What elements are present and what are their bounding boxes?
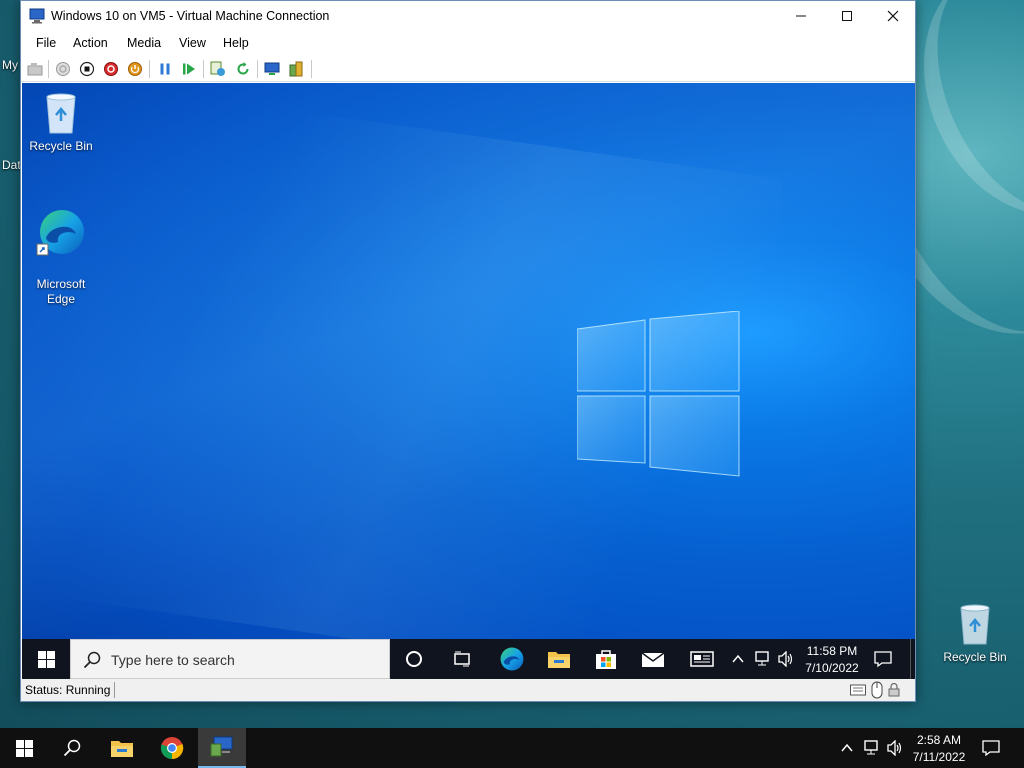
volume-icon[interactable] (886, 740, 904, 756)
checkpoint-icon[interactable] (210, 61, 226, 77)
host-vm-connection[interactable] (198, 728, 246, 768)
lock-icon (888, 683, 900, 697)
toolbar-separator (149, 60, 150, 78)
host-file-explorer[interactable] (98, 728, 146, 768)
chevron-up-icon[interactable] (731, 652, 745, 666)
network-icon[interactable] (754, 651, 772, 667)
guest-news[interactable] (678, 639, 726, 679)
window-title: Windows 10 on VM5 - Virtual Machine Conn… (51, 9, 330, 23)
shut-down-icon[interactable] (103, 61, 119, 77)
start-icon[interactable] (55, 61, 71, 77)
file-explorer-icon (111, 741, 133, 757)
host-partial-icon-label: My (2, 58, 18, 72)
menu-bar: File Action Media View Help (21, 32, 915, 54)
chevron-up-icon[interactable] (840, 741, 854, 755)
search-placeholder: Type here to search (111, 652, 235, 668)
maximize-button[interactable] (824, 1, 870, 31)
host-start-button[interactable] (0, 728, 48, 768)
enhanced-session-icon[interactable] (264, 61, 280, 77)
hyper-v-connection-icon (210, 736, 233, 757)
toolbar-separator (48, 60, 49, 78)
host-time: 2:58 AM (916, 733, 962, 747)
vm-connection-icon (29, 8, 45, 24)
network-icon[interactable] (863, 740, 881, 756)
minimize-icon (796, 15, 806, 17)
cortana-button[interactable] (390, 639, 438, 679)
notification-icon[interactable] (874, 650, 892, 668)
revert-icon[interactable] (235, 61, 251, 77)
close-button[interactable] (870, 1, 916, 31)
task-view-icon (454, 651, 470, 667)
mail-icon (641, 652, 665, 667)
search-icon (63, 739, 81, 757)
vm-connection-window[interactable]: Windows 10 on VM5 - Virtual Machine Conn… (20, 0, 916, 702)
share-icon[interactable] (288, 61, 304, 77)
recycle-bin-icon (46, 93, 76, 134)
chrome-icon (160, 737, 184, 760)
task-view-button[interactable] (438, 639, 486, 679)
resume-icon[interactable] (181, 61, 197, 77)
toolbar (21, 56, 915, 82)
status-separator (114, 682, 115, 698)
guest-clock[interactable]: 11:58 PM 7/10/2022 (796, 643, 868, 677)
guest-edge-label: Microsoft Edge (36, 277, 86, 306)
host-search-button[interactable] (48, 728, 96, 768)
guest-recycle-bin[interactable]: Recycle Bin (22, 91, 102, 154)
host-date: 7/11/2022 (912, 750, 966, 764)
toolbar-separator (257, 60, 258, 78)
menu-file[interactable]: File (36, 36, 56, 50)
mouse-icon (871, 681, 883, 699)
news-icon (690, 651, 714, 667)
guest-start-button[interactable] (22, 639, 70, 679)
store-icon (596, 650, 616, 669)
guest-date: 7/10/2022 (805, 661, 859, 675)
windows-logo-wallpaper (577, 311, 740, 477)
host-recycle-bin[interactable]: Recycle Bin (935, 602, 1015, 665)
title-bar[interactable]: Windows 10 on VM5 - Virtual Machine Conn… (21, 1, 915, 31)
menu-media[interactable]: Media (127, 36, 161, 50)
guest-time: 11:58 PM (806, 644, 858, 658)
menu-view[interactable]: View (179, 36, 206, 50)
host-taskbar: 2:58 AM 7/11/2022 (0, 728, 1024, 768)
status-bar: Status: Running (21, 679, 915, 701)
keyboard-icon (850, 684, 866, 696)
host-recycle-bin-label: Recycle Bin (943, 650, 1007, 664)
volume-icon[interactable] (777, 651, 795, 667)
vm-status-text: Status: Running (25, 683, 111, 697)
guest-edge-taskbar[interactable] (488, 639, 536, 679)
guest-taskbar: Type here to search 11:58 PM 7/10/2022 (22, 639, 915, 679)
menu-help[interactable]: Help (223, 36, 249, 50)
maximize-icon (842, 11, 852, 21)
guest-recycle-bin-label: Recycle Bin (29, 139, 93, 153)
host-clock[interactable]: 2:58 AM 7/11/2022 (906, 732, 972, 766)
guest-mail[interactable] (629, 639, 677, 679)
guest-search-box[interactable]: Type here to search (70, 639, 390, 679)
search-icon (83, 651, 101, 669)
windows-start-icon (37, 650, 55, 668)
save-icon[interactable] (127, 61, 143, 77)
recycle-bin-icon (960, 604, 990, 645)
notification-icon[interactable] (982, 739, 1000, 757)
guest-desktop[interactable]: Recycle Bin Microsoft Edge Type here to … (22, 83, 915, 679)
close-icon (887, 10, 899, 22)
toolbar-separator (203, 60, 204, 78)
cortana-icon (406, 651, 422, 667)
edge-icon (36, 210, 84, 256)
toolbar-separator (311, 60, 312, 78)
guest-edge-shortcut[interactable]: Microsoft Edge (22, 193, 102, 307)
edge-icon (500, 647, 524, 671)
guest-store[interactable] (582, 639, 630, 679)
host-chrome[interactable] (148, 728, 196, 768)
pause-icon[interactable] (157, 61, 173, 77)
ctrl-alt-del-icon[interactable] (27, 61, 43, 77)
windows-start-icon (15, 739, 33, 757)
turn-off-icon[interactable] (79, 61, 95, 77)
menu-action[interactable]: Action (73, 36, 108, 50)
minimize-button[interactable] (778, 1, 824, 31)
host-partial-icon-label: Dat (2, 158, 21, 172)
file-explorer-icon (548, 652, 570, 668)
guest-file-explorer[interactable] (535, 639, 583, 679)
show-desktop-button[interactable] (910, 639, 915, 679)
